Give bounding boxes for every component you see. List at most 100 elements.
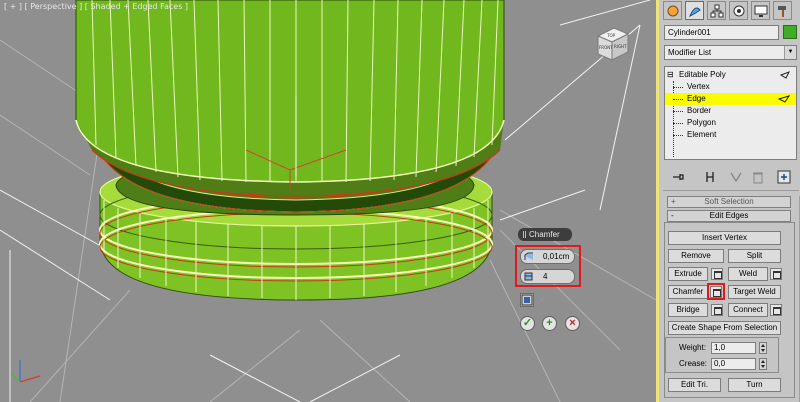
stack-toolbar	[663, 170, 799, 186]
stack-root-label: Editable Poly	[679, 70, 726, 79]
tab-hierarchy[interactable]	[707, 1, 726, 20]
tree-branch	[673, 87, 683, 88]
pin-stack-icon	[780, 71, 790, 79]
chamfer-mode-icon[interactable]: ✓	[536, 293, 550, 307]
chevron-down-icon: ▼	[784, 46, 796, 59]
tab-display[interactable]	[751, 1, 770, 20]
hammer-icon	[778, 6, 786, 17]
stack-item-element[interactable]: Element	[665, 129, 796, 141]
svg-text:FRONT: FRONT	[599, 45, 613, 50]
display-icon	[754, 5, 768, 17]
svg-text:RIGHT: RIGHT	[614, 44, 627, 49]
insert-vertex-button[interactable]: Insert Vertex	[668, 231, 781, 245]
weld-settings-icon[interactable]	[770, 268, 782, 280]
svg-text:TOP: TOP	[606, 33, 616, 38]
extrude-settings-icon[interactable]	[711, 268, 723, 280]
bridge-button[interactable]: Bridge	[668, 303, 708, 317]
rollout-title: Edit Edges	[709, 211, 749, 220]
tree-branch	[673, 99, 683, 100]
caddy-title-label: Chamfer	[529, 230, 560, 239]
panel-divider	[663, 190, 799, 191]
weight-input[interactable]: 1,0	[711, 342, 756, 354]
hierarchy-icon	[710, 4, 724, 18]
make-unique-icon	[730, 172, 742, 183]
stack-item-label: Vertex	[687, 82, 710, 91]
viewport-scene[interactable]	[0, 0, 656, 402]
bridge-settings-icon[interactable]	[711, 304, 723, 316]
stack-item-border[interactable]: Border	[665, 105, 796, 117]
target-weld-button[interactable]: Target Weld	[728, 285, 781, 299]
connect-button[interactable]: Connect	[728, 303, 768, 317]
stack-item-editable-poly[interactable]: ⊟ Editable Poly	[665, 69, 796, 81]
rollout-edit-edges[interactable]: - Edit Edges	[667, 210, 791, 222]
perspective-viewport[interactable]: [ + ] [ Perspective ] [ Shaded + Edged F…	[0, 0, 656, 402]
extrude-button[interactable]: Extrude	[668, 267, 708, 281]
chamfer-button[interactable]: Chamfer	[668, 285, 708, 299]
rollout-soft-selection[interactable]: + Soft Selection	[667, 196, 791, 208]
pin-stack-button[interactable]	[671, 170, 687, 185]
motion-icon	[733, 5, 745, 17]
chamfer-caddy-title[interactable]: Chamfer	[518, 228, 572, 241]
rollout-title: Soft Selection	[704, 197, 754, 206]
remove-modifier-button[interactable]	[751, 170, 767, 185]
stack-item-edge[interactable]: Edge	[665, 93, 796, 105]
connect-settings-icon[interactable]	[770, 304, 782, 316]
pin-icon	[673, 174, 684, 180]
weight-spinner-icon[interactable]	[759, 342, 767, 354]
modify-icon	[689, 7, 701, 18]
grip-icon	[523, 231, 526, 238]
create-shape-button[interactable]: Create Shape From Selection	[668, 321, 781, 335]
make-unique-button[interactable]	[729, 170, 745, 185]
object-color-swatch[interactable]	[783, 25, 797, 39]
open-chamfer-icon	[521, 294, 533, 306]
axis-tripod	[11, 360, 41, 383]
tab-motion[interactable]	[729, 1, 748, 20]
tab-utilities[interactable]	[773, 1, 792, 20]
tab-create[interactable]	[663, 1, 682, 20]
show-end-result-icon	[706, 172, 714, 182]
chamfer-open-toggle[interactable]	[520, 293, 534, 307]
crease-input[interactable]: 0,0	[711, 358, 756, 370]
weight-label: Weight:	[679, 343, 706, 352]
turn-button[interactable]: Turn	[728, 378, 781, 392]
modifier-list-dropdown[interactable]: Modifier List ▼	[664, 45, 797, 60]
tree-branch	[673, 111, 683, 112]
configure-modifier-sets-button[interactable]	[777, 170, 793, 185]
viewport-label[interactable]: [ + ] [ Perspective ] [ Shaded + Edged F…	[4, 2, 188, 11]
remove-button[interactable]: Remove	[668, 249, 724, 263]
edit-tri-button[interactable]: Edit Tri.	[668, 378, 721, 392]
plus-icon: +	[546, 317, 553, 329]
tab-modify[interactable]	[685, 1, 704, 20]
x-icon: ×	[569, 317, 576, 329]
crease-spinner-icon[interactable]	[759, 358, 767, 370]
stack-item-label: Element	[687, 130, 717, 139]
stack-item-label: Edge	[687, 94, 706, 103]
stack-item-polygon[interactable]: Polygon	[665, 117, 796, 129]
caddy-cancel-button[interactable]: ×	[565, 316, 580, 331]
caddy-highlight-box	[515, 245, 581, 287]
object-name-field[interactable]: Cylinder001	[664, 25, 779, 40]
tree-branch	[673, 135, 683, 136]
caddy-apply-button[interactable]: +	[542, 316, 557, 331]
configure-icon	[777, 170, 791, 184]
expand-plus-icon: +	[671, 197, 676, 206]
stack-item-label: Polygon	[687, 118, 716, 127]
modifier-stack[interactable]: ⊟ Editable Poly Vertex Edge Border Polyg…	[664, 66, 797, 160]
stack-item-label: Border	[687, 106, 712, 115]
cylinder-mesh[interactable]	[75, 0, 505, 301]
edge-mode-icon	[778, 95, 790, 103]
trash-icon	[753, 172, 763, 184]
stack-item-vertex[interactable]: Vertex	[665, 81, 796, 93]
viewcube[interactable]: TOP FRONT RIGHT	[592, 24, 632, 64]
modifier-list-label: Modifier List	[668, 48, 712, 57]
crease-label: Crease:	[679, 359, 708, 368]
tree-branch	[673, 123, 683, 124]
caddy-ok-button[interactable]: ✓	[520, 316, 535, 331]
check-icon: ✓	[522, 317, 533, 329]
chamfer-settings-highlight	[707, 283, 725, 300]
show-end-result-button[interactable]	[703, 170, 719, 185]
create-icon	[667, 5, 679, 17]
split-button[interactable]: Split	[728, 249, 781, 263]
weld-button[interactable]: Weld	[728, 267, 768, 281]
collapse-minus-icon[interactable]: ⊟	[667, 69, 674, 81]
